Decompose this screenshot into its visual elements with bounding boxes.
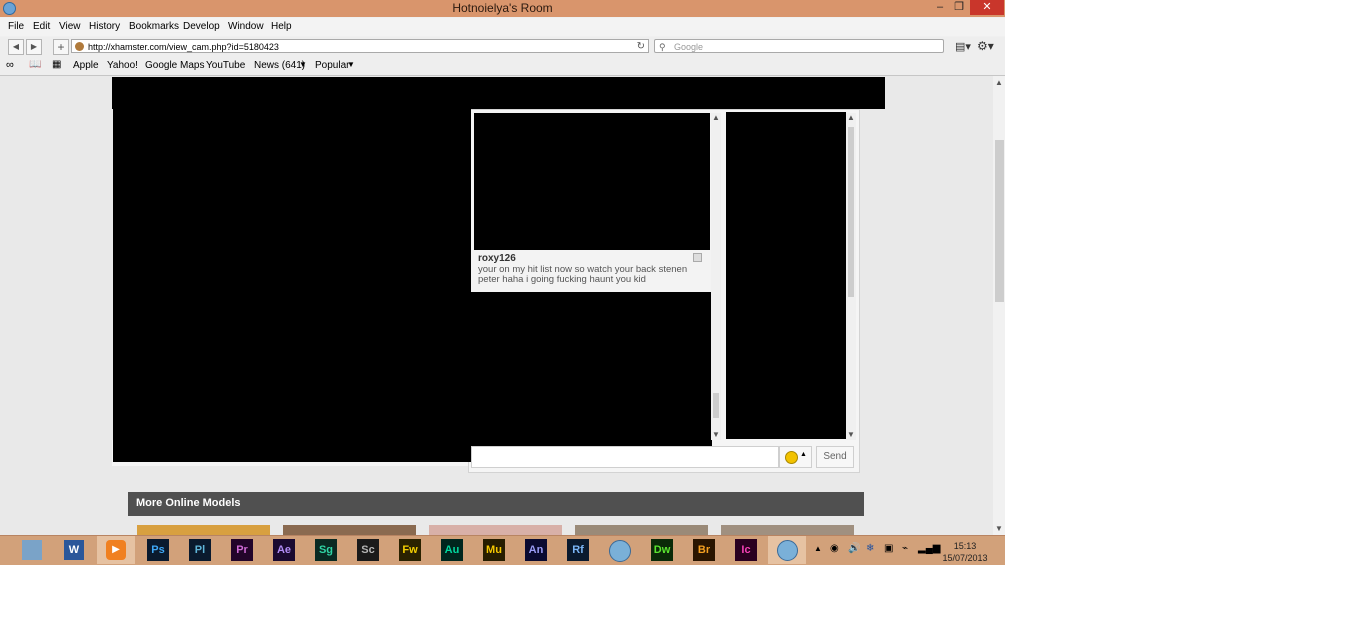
prelude-icon[interactable]: Pl	[189, 539, 211, 561]
page-scroll-down-icon[interactable]: ▼	[995, 524, 1003, 533]
incopy-icon[interactable]: Ic	[735, 539, 757, 561]
send-button[interactable]: Send	[816, 446, 854, 468]
clock[interactable]: 15:13 15/07/2013	[940, 540, 990, 564]
bookmark-youtube[interactable]: YouTube	[206, 60, 245, 71]
scroll-down-arrow-icon[interactable]: ▼	[712, 430, 720, 439]
scroll-up-arrow-icon[interactable]: ▲	[712, 113, 720, 122]
more-models-title: More Online Models	[136, 497, 241, 509]
chat-message-redacted-bottom	[471, 292, 712, 459]
bookmark-yahoo[interactable]: Yahoo!	[107, 60, 138, 71]
settings-gear-icon[interactable]: ⚙▾	[977, 39, 994, 53]
premiere-icon[interactable]: Pr	[231, 539, 253, 561]
emoji-dropdown-icon: ▲	[800, 451, 807, 458]
emoji-button[interactable]: ▲	[779, 446, 812, 468]
clock-time: 15:13	[953, 541, 977, 551]
show-hidden-icons-icon[interactable]: ▲	[814, 544, 822, 553]
address-bar[interactable]: http://xhamster.com/view_cam.php?id=5180…	[71, 39, 649, 53]
top-sites-grid-icon[interactable]: ▦	[52, 59, 61, 70]
network-signal-icon[interactable]: ▂▄▆	[918, 543, 940, 554]
news-dropdown-icon[interactable]: ▼	[299, 60, 307, 69]
menu-bar: File Edit View History Bookmarks Develop…	[0, 18, 1005, 36]
navigation-bar: ◀ ▶ + http://xhamster.com/view_cam.php?i…	[0, 37, 1005, 57]
userlist-scrollbar[interactable]: ▲ ▼	[846, 113, 856, 440]
menu-edit[interactable]: Edit	[33, 21, 50, 32]
page-scroll-up-icon[interactable]: ▲	[995, 78, 1003, 87]
fireworks-icon[interactable]: Fw	[399, 539, 421, 561]
url-text: http://xhamster.com/view_cam.php?id=5180…	[88, 42, 279, 52]
user-list-redacted	[726, 112, 846, 439]
play-icon: ▶	[106, 540, 126, 560]
reflow-icon[interactable]: Rf	[567, 539, 589, 561]
chat-username[interactable]: roxy126	[478, 253, 516, 264]
media-player-icon[interactable]: ▶	[97, 536, 135, 564]
smiley-icon	[785, 451, 798, 464]
animate-icon[interactable]: An	[525, 539, 547, 561]
menu-view[interactable]: View	[59, 21, 81, 32]
scout-icon[interactable]: Sc	[357, 539, 379, 561]
userlist-scroll-up-icon[interactable]: ▲	[847, 113, 855, 122]
bookmarks-book-icon[interactable]: 📖	[29, 59, 41, 70]
menu-develop[interactable]: Develop	[183, 21, 220, 32]
chat-input[interactable]	[471, 446, 779, 468]
menu-file[interactable]: File	[8, 21, 24, 32]
bridge-icon[interactable]: Br	[693, 539, 715, 561]
popular-dropdown-icon[interactable]: ▼	[347, 60, 355, 69]
bookmarks-bar: ∞ 📖 ▦ Apple Yahoo! Google Maps YouTube N…	[0, 57, 1005, 76]
bookmark-popular[interactable]: Popular	[315, 60, 349, 71]
compass-icon	[777, 540, 798, 561]
after-effects-icon[interactable]: Ae	[273, 539, 295, 561]
chat-scrollbar[interactable]: ▲ ▼	[711, 113, 721, 440]
browser-window: Hotnoielya's Room – ❐ ✕ File Edit View H…	[0, 0, 1005, 565]
report-flag-icon[interactable]	[693, 253, 702, 262]
search-icon: ⚲	[659, 42, 666, 52]
word-icon[interactable]: W	[64, 540, 84, 560]
chat-scroll-thumb[interactable]	[713, 393, 719, 418]
audition-icon[interactable]: Au	[441, 539, 463, 561]
usb-icon[interactable]: ⌁	[902, 543, 908, 554]
page-scroll-thumb[interactable]	[995, 140, 1004, 302]
page-banner-redacted	[112, 77, 885, 109]
forward-arrow-icon[interactable]: ▶	[26, 39, 42, 55]
video-player-redacted	[113, 109, 471, 462]
chat-message-redacted-top	[474, 113, 710, 250]
snowflake-icon[interactable]: ❄	[866, 543, 874, 554]
restore-button[interactable]: ❐	[951, 0, 967, 15]
favicon-icon	[75, 42, 84, 51]
safari-active-taskbar-icon[interactable]	[768, 536, 806, 564]
close-button[interactable]: ✕	[970, 0, 1004, 15]
bookmark-apple[interactable]: Apple	[73, 60, 99, 71]
search-input[interactable]: ⚲ Google	[654, 39, 944, 53]
reload-icon[interactable]: ↻	[637, 40, 645, 54]
window-title: Hotnoielya's Room	[452, 1, 553, 15]
userlist-scroll-down-icon[interactable]: ▼	[847, 430, 855, 439]
clock-date: 15/07/2013	[942, 553, 988, 563]
page-menu-icon[interactable]: ▤▾	[955, 40, 971, 53]
safari-taskbar-icon[interactable]	[609, 540, 631, 562]
volume-icon[interactable]: 🔊	[848, 543, 860, 554]
speedgrade-icon[interactable]: Sg	[315, 539, 337, 561]
tray-app-icon[interactable]: ▣	[884, 543, 893, 554]
muse-icon[interactable]: Mu	[483, 539, 505, 561]
userlist-scroll-thumb[interactable]	[848, 127, 854, 297]
tray-icon[interactable]: ◉	[830, 543, 839, 554]
reading-list-icon[interactable]: ∞	[6, 59, 14, 71]
photoshop-icon[interactable]: Ps	[147, 539, 169, 561]
taskbar-app-icon[interactable]	[22, 540, 42, 560]
bookmark-google-maps[interactable]: Google Maps	[145, 60, 204, 71]
title-bar: Hotnoielya's Room – ❐ ✕	[0, 0, 1005, 17]
menu-history[interactable]: History	[89, 21, 120, 32]
menu-bookmarks[interactable]: Bookmarks	[129, 21, 179, 32]
bookmark-news[interactable]: News (641)	[254, 60, 305, 71]
minimize-button[interactable]: –	[932, 0, 948, 15]
menu-help[interactable]: Help	[271, 21, 292, 32]
chat-message-text: your on my hit list now so watch your ba…	[478, 264, 688, 285]
search-placeholder: Google	[674, 42, 704, 52]
back-arrow-icon[interactable]: ◀	[8, 39, 24, 55]
dreamweaver-icon[interactable]: Dw	[651, 539, 673, 561]
menu-window[interactable]: Window	[228, 21, 264, 32]
add-bookmark-plus-icon[interactable]: +	[53, 39, 69, 55]
